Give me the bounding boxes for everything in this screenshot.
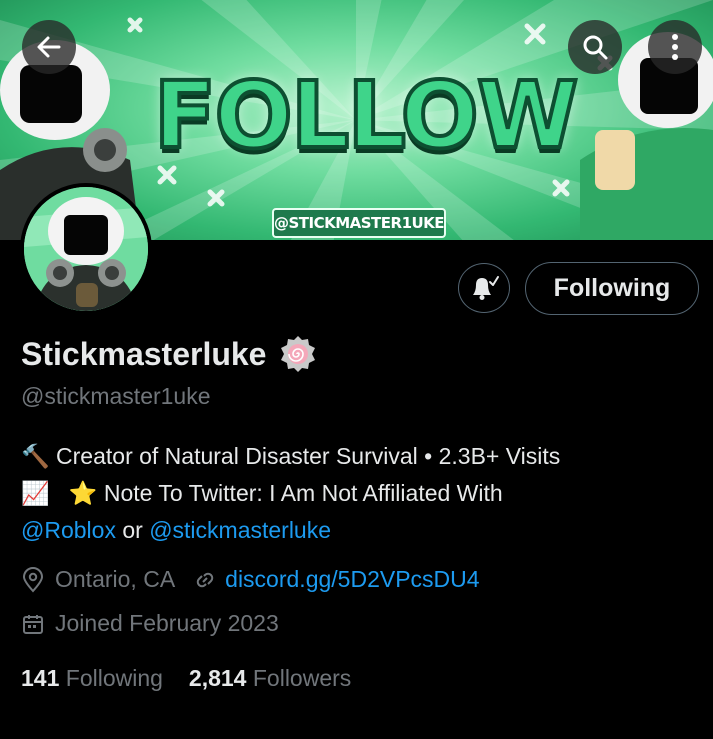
profile-meta-joined-row: Joined February 2023 xyxy=(21,610,279,637)
joined-date: Joined February 2023 xyxy=(55,610,279,636)
banner-headline: FOLLOW xyxy=(152,60,581,171)
notifications-button[interactable] xyxy=(458,263,510,313)
bio-line-2-text: Note To Twitter: I Am Not Affiliated Wit… xyxy=(103,480,503,506)
user-handle: @stickmaster1uke xyxy=(21,383,211,409)
banner-handle-tag: @STICKMASTER1UKE xyxy=(272,208,446,238)
follow-stats: 141 Following 2,814 Followers xyxy=(21,665,351,692)
avatar[interactable] xyxy=(20,183,152,315)
location-text: Ontario, CA xyxy=(55,566,176,592)
mention-stickmasterluke[interactable]: @stickmasterluke xyxy=(149,517,331,543)
bio-line-2: 📈 ⭐ Note To Twitter: I Am Not Affiliated… xyxy=(21,475,701,512)
search-button[interactable] xyxy=(568,20,622,74)
bio-line-1: 🔨 Creator of Natural Disaster Survival •… xyxy=(21,438,701,475)
following-count: 141 xyxy=(21,665,60,691)
chart-emoji: 📈 xyxy=(21,480,50,506)
lollipop-badge-icon[interactable] xyxy=(278,334,318,374)
more-options-button[interactable] xyxy=(648,20,702,74)
link-icon xyxy=(193,568,217,592)
following-button[interactable]: Following xyxy=(525,262,699,315)
calendar-icon xyxy=(21,612,45,636)
following-stat[interactable]: 141 Following xyxy=(21,665,163,692)
display-name: Stickmasterluke xyxy=(21,335,267,372)
following-label: Following xyxy=(65,665,163,691)
location-pin-icon xyxy=(21,566,45,593)
website-link[interactable]: discord.gg/5D2VPcsDU4 xyxy=(225,566,479,593)
mention-roblox[interactable]: @Roblox xyxy=(21,517,116,543)
bio-connector: or xyxy=(122,517,143,543)
more-vertical-icon xyxy=(671,33,679,61)
followers-label: Followers xyxy=(252,665,352,691)
hammer-emoji: 🔨 xyxy=(21,443,50,469)
profile-bio: 🔨 Creator of Natural Disaster Survival •… xyxy=(21,438,701,549)
search-icon xyxy=(581,33,609,61)
profile-meta-location-row: Ontario, CA discord.gg/5D2VPcsDU4 xyxy=(21,566,480,593)
display-name-row: Stickmasterluke xyxy=(21,334,318,374)
bio-line-3: @Roblox or @stickmasterluke xyxy=(21,512,701,549)
followers-stat[interactable]: 2,814 Followers xyxy=(189,665,351,692)
bio-line-1-text: Creator of Natural Disaster Survival • 2… xyxy=(56,443,561,469)
arrow-left-icon xyxy=(35,33,63,61)
back-button[interactable] xyxy=(22,20,76,74)
star-emoji: ⭐ xyxy=(68,480,98,506)
bell-check-icon xyxy=(468,273,500,303)
followers-count: 2,814 xyxy=(188,665,247,691)
